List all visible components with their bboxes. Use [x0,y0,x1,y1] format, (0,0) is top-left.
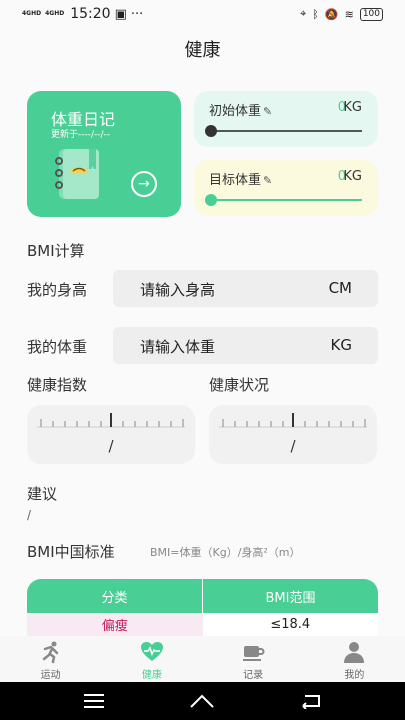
initial-weight-slider-knob[interactable] [205,125,217,137]
back-icon[interactable] [296,689,326,713]
status-bar: 4GHD 4GHD 15:20 ▣ ··· ⌖ ᛒ 🔕 ≋ 100 [0,0,405,28]
weight-label: 我的体重 [27,338,88,356]
tab-record[interactable]: 记录 [203,636,304,682]
ruler-ticks [37,413,185,428]
initial-weight-unit: KG [343,100,362,115]
menu-icon[interactable] [79,689,109,713]
status-time: 15:20 [70,6,111,22]
health-index-ruler: / [27,405,195,464]
wifi-icon: ≋ [344,7,354,21]
notification-icon: ▣ [114,6,127,22]
initial-weight-card[interactable]: 初始体重 ✎ 0 KG [194,91,378,147]
tab-label: 我的 [344,670,365,681]
health-status-value: / [290,437,296,455]
tab-sport[interactable]: 运动 [0,636,101,682]
bmi-calc-title: BMI计算 [27,242,85,260]
bmi-header-category: 分类 [27,579,203,613]
target-weight-label: 目标体重 [209,173,262,188]
pencil-icon[interactable]: ✎ [263,174,272,187]
tab-label: 运动 [40,670,61,681]
target-weight-unit: KG [343,169,362,184]
home-icon[interactable] [187,689,217,713]
health-status-label: 健康状况 [209,376,270,394]
tab-health[interactable]: 健康 [101,636,202,682]
more-notifications-icon: ··· [130,6,144,22]
initial-weight-label-wrap: 初始体重 ✎ [209,100,272,119]
initial-weight-label: 初始体重 [209,104,262,119]
advice-value: / [27,508,32,522]
height-input[interactable]: 请输入身高 CM [113,270,378,307]
mute-icon: 🔕 [324,7,339,21]
diary-updated: 更新于----/--/-- [51,130,111,140]
target-weight-label-wrap: 目标体重 ✎ [209,169,272,188]
weight-input[interactable]: 请输入体重 KG [113,327,378,364]
tab-mine[interactable]: 我的 [304,636,405,682]
bmi-header-range: BMI范围 [265,590,316,606]
notebook-icon [55,149,99,199]
ruler-ticks [219,413,367,428]
height-label: 我的身高 [27,281,88,299]
status-left: 4GHD 4GHD 15:20 ▣ ··· [22,6,143,22]
person-icon [344,642,365,663]
bmi-range-cell: ≤18.4 [202,613,378,636]
bottom-tab-bar: 运动 健康 记录 我的 [0,636,405,682]
bmi-table: 分类 BMI范围 偏瘦 ≤18.4 [27,579,378,636]
height-unit: CM [328,279,352,297]
bmi-standard-title: BMI中国标准 [27,543,115,561]
table-row: 偏瘦 ≤18.4 [27,613,378,636]
weight-diary-card[interactable]: 体重日记 更新于----/--/-- → [27,91,181,217]
target-weight-slider-knob[interactable] [205,194,217,206]
runner-icon [42,641,58,664]
advice-label: 建议 [27,485,58,503]
cup-icon [243,646,265,661]
target-weight-card[interactable]: 目标体重 ✎ 0 KG [194,160,378,216]
battery-icon: 100 [359,7,383,21]
initial-weight-slider-track[interactable] [210,130,362,132]
health-status-ruler: / [209,405,377,464]
location-icon: ⌖ [300,7,307,20]
bluetooth-icon: ᛒ [312,7,319,21]
height-placeholder: 请输入身高 [140,281,216,299]
heart-pulse-icon [140,642,163,661]
pencil-icon[interactable]: ✎ [263,105,272,118]
arrow-right-icon[interactable]: → [131,171,157,197]
bmi-table-header: 分类 BMI范围 [27,579,378,613]
weight-unit: KG [330,336,352,354]
weight-placeholder: 请输入体重 [140,338,216,356]
page-title: 健康 [184,40,221,61]
health-index-label: 健康指数 [27,376,88,394]
health-index-value: / [108,437,114,455]
status-right: ⌖ ᛒ 🔕 ≋ 100 [300,7,383,21]
bmi-category-cell: 偏瘦 [27,613,203,636]
tab-label: 记录 [243,670,264,681]
signal-icon: 4GHD [45,10,65,17]
system-nav-bar [0,682,405,720]
signal-icon: 4GHD [22,10,42,17]
target-weight-slider-track[interactable] [210,199,362,201]
bmi-formula: BMI=体重（Kg）/身高²（m） [150,546,301,559]
tab-label: 健康 [141,670,162,681]
